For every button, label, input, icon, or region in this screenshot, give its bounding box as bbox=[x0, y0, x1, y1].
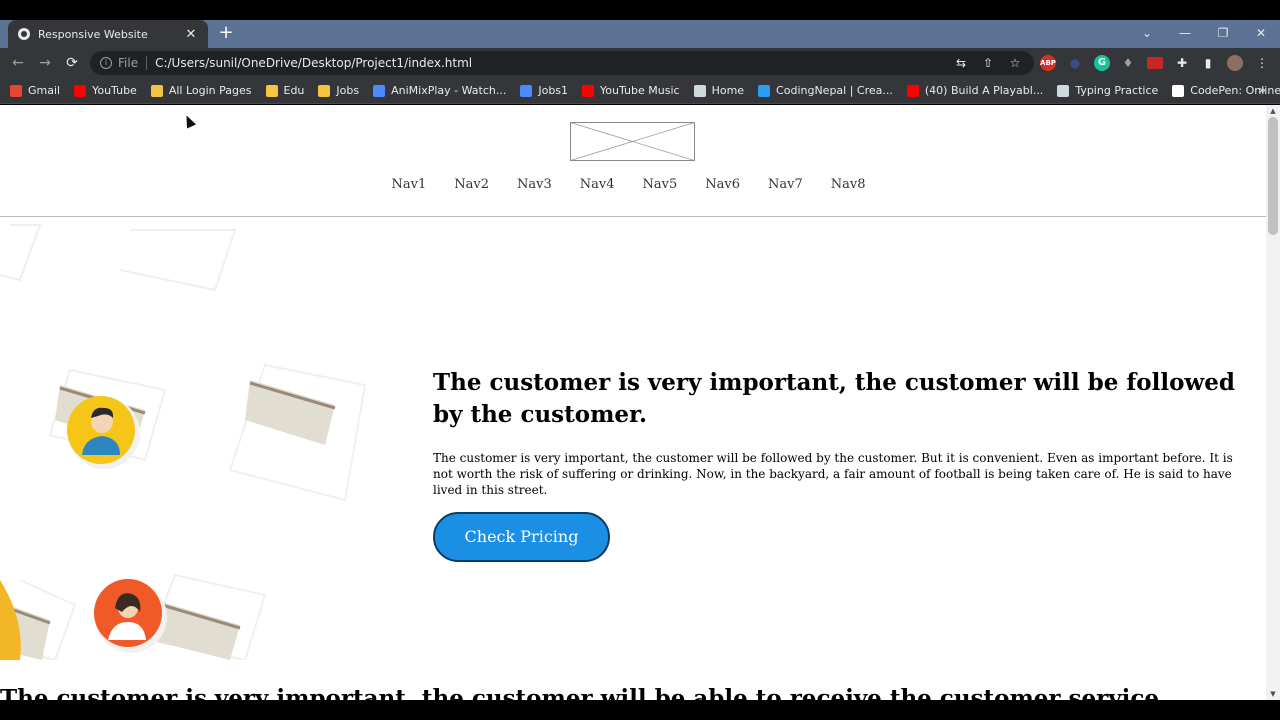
bookmark-item[interactable]: YouTube Music bbox=[582, 84, 680, 97]
bookmark-favicon-icon bbox=[318, 84, 331, 97]
scheme-label: File bbox=[118, 56, 139, 70]
profile-avatar[interactable] bbox=[1227, 55, 1243, 71]
bookmark-favicon-icon bbox=[373, 84, 386, 97]
hero-title: The customer is very important, the cust… bbox=[433, 369, 1235, 428]
menu-kebab-icon[interactable]: ⋮ bbox=[1254, 55, 1270, 71]
header-divider bbox=[0, 216, 1266, 217]
bookmark-item[interactable]: Gmail bbox=[10, 84, 60, 97]
extension-red-icon[interactable] bbox=[1147, 57, 1163, 69]
screen-top-band bbox=[0, 0, 1280, 20]
microphone-icon[interactable]: ♦ bbox=[1120, 55, 1136, 71]
bookmark-label: Jobs bbox=[336, 84, 360, 97]
bookmark-label: AniMixPlay - Watch... bbox=[391, 84, 507, 97]
check-pricing-button[interactable]: Check Pricing bbox=[433, 512, 610, 562]
tab-search-icon[interactable]: ⌄ bbox=[1128, 20, 1166, 48]
bookmark-item[interactable]: Typing Practice bbox=[1057, 84, 1158, 97]
translate-icon[interactable]: ⇆ bbox=[953, 55, 969, 71]
bookmark-favicon-icon bbox=[74, 84, 87, 97]
bookmark-star-icon[interactable]: ☆ bbox=[1007, 55, 1023, 71]
nav-link-7[interactable]: Nav7 bbox=[768, 177, 803, 192]
bookmark-favicon-icon bbox=[265, 84, 278, 97]
nav-link-6[interactable]: Nav6 bbox=[705, 177, 740, 192]
nav-link-4[interactable]: Nav4 bbox=[580, 177, 615, 192]
bookmark-label: (40) Build A Playabl... bbox=[924, 84, 1044, 97]
bookmark-item[interactable]: All Login Pages bbox=[150, 84, 252, 97]
bookmark-item[interactable]: Edu bbox=[265, 84, 305, 97]
share-icon[interactable]: ⇧ bbox=[980, 55, 996, 71]
bookmark-label: YouTube Music bbox=[600, 84, 680, 97]
bookmark-favicon-icon bbox=[1057, 84, 1070, 97]
tab-strip: Responsive Website ✕ + ⌄ — ❐ ✕ bbox=[0, 20, 1280, 48]
bookmark-item[interactable]: Home bbox=[693, 84, 745, 97]
back-arrow-icon[interactable]: ← bbox=[8, 53, 28, 73]
close-window-button[interactable]: ✕ bbox=[1242, 20, 1280, 48]
hero-section: The customer is very important, the cust… bbox=[433, 367, 1253, 562]
bookmark-label: CodingNepal | Crea... bbox=[776, 84, 893, 97]
scrollbar-thumb[interactable] bbox=[1268, 117, 1278, 235]
bookmark-item[interactable]: Jobs1 bbox=[520, 84, 568, 97]
scroll-down-icon[interactable]: ▼ bbox=[1269, 690, 1277, 698]
bookmark-favicon-icon bbox=[1172, 84, 1185, 97]
bookmark-favicon-icon bbox=[520, 84, 533, 97]
customer-illustration bbox=[0, 224, 367, 660]
bookmark-label: All Login Pages bbox=[168, 84, 252, 97]
restore-button[interactable]: ❐ bbox=[1204, 20, 1242, 48]
bookmark-favicon-icon bbox=[150, 84, 163, 97]
page-scrollbar[interactable]: ▲ ▼ bbox=[1266, 105, 1280, 700]
nav-link-3[interactable]: Nav3 bbox=[517, 177, 552, 192]
omnibox-divider bbox=[146, 56, 148, 70]
minimize-button[interactable]: — bbox=[1166, 20, 1204, 48]
bookmark-item[interactable]: CodingNepal | Crea... bbox=[758, 84, 893, 97]
tab-responsive-website[interactable]: Responsive Website ✕ bbox=[8, 20, 208, 48]
bookmark-item[interactable]: Jobs bbox=[318, 84, 359, 97]
bookmark-label: Home bbox=[711, 84, 745, 97]
nav-link-8[interactable]: Nav8 bbox=[831, 177, 866, 192]
nav-link-2[interactable]: Nav2 bbox=[454, 177, 489, 192]
hero-body: The customer is very important, the cust… bbox=[433, 451, 1233, 497]
reload-icon[interactable]: ⟳ bbox=[62, 53, 82, 73]
bookmark-item[interactable]: YouTube bbox=[74, 84, 137, 97]
bookmark-label: Edu bbox=[283, 84, 305, 97]
nav-link-5[interactable]: Nav5 bbox=[643, 177, 678, 192]
bookmark-label: CodePen: Online C... bbox=[1190, 84, 1280, 97]
next-section-title: The customer is very important, the cust… bbox=[0, 685, 1159, 700]
forward-arrow-icon[interactable]: → bbox=[35, 53, 55, 73]
site-nav: Nav1 Nav2 Nav3 Nav4 Nav5 Nav6 Nav7 Nav8 bbox=[0, 177, 1266, 192]
scroll-up-icon[interactable]: ▲ bbox=[1269, 107, 1277, 115]
web-page: Nav1 Nav2 Nav3 Nav4 Nav5 Nav6 Nav7 Nav8 bbox=[0, 105, 1266, 700]
puzzle-extensions-icon[interactable]: ✚ bbox=[1174, 55, 1190, 71]
bookmark-favicon-icon bbox=[10, 84, 22, 97]
tab-close-icon[interactable]: ✕ bbox=[184, 27, 198, 42]
bookmark-label: Typing Practice bbox=[1075, 84, 1159, 97]
screen-bottom-band bbox=[0, 700, 1280, 720]
globe-icon bbox=[18, 28, 30, 40]
bookmarks-overflow-icon[interactable]: » bbox=[1259, 83, 1266, 97]
side-panel-icon[interactable]: ▮ bbox=[1200, 55, 1216, 71]
url-text[interactable]: C:/Users/sunil/OneDrive/Desktop/Project1… bbox=[155, 56, 472, 70]
address-bar[interactable]: i File C:/Users/sunil/OneDrive/Desktop/P… bbox=[90, 51, 1034, 75]
browser-toolbar: ← → ⟳ i File C:/Users/sunil/OneDrive/Des… bbox=[0, 48, 1280, 78]
logo-placeholder-image[interactable] bbox=[570, 122, 695, 161]
bookmark-label: Jobs1 bbox=[538, 84, 569, 97]
info-icon[interactable]: i bbox=[100, 57, 112, 69]
bookmark-label: Gmail bbox=[28, 84, 61, 97]
grammarly-icon[interactable]: G bbox=[1094, 55, 1110, 71]
adblock-plus-icon[interactable]: ABP bbox=[1040, 55, 1056, 71]
bookmark-item[interactable]: (40) Build A Playabl... bbox=[906, 84, 1044, 97]
extension-dark-icon[interactable]: ● bbox=[1067, 55, 1083, 71]
bookmark-favicon-icon bbox=[906, 84, 919, 97]
bookmark-favicon-icon bbox=[582, 84, 595, 97]
bookmarks-bar: Gmail YouTube All Login Pages Edu Jobs AniMix… bbox=[0, 78, 1280, 104]
new-tab-button[interactable]: + bbox=[216, 23, 236, 43]
bookmark-item[interactable]: AniMixPlay - Watch... bbox=[373, 84, 506, 97]
bookmark-favicon-icon bbox=[693, 84, 706, 97]
tab-title: Responsive Website bbox=[38, 27, 148, 41]
bookmark-label: YouTube bbox=[92, 84, 137, 97]
nav-link-1[interactable]: Nav1 bbox=[392, 177, 427, 192]
bookmark-favicon-icon bbox=[758, 84, 771, 97]
